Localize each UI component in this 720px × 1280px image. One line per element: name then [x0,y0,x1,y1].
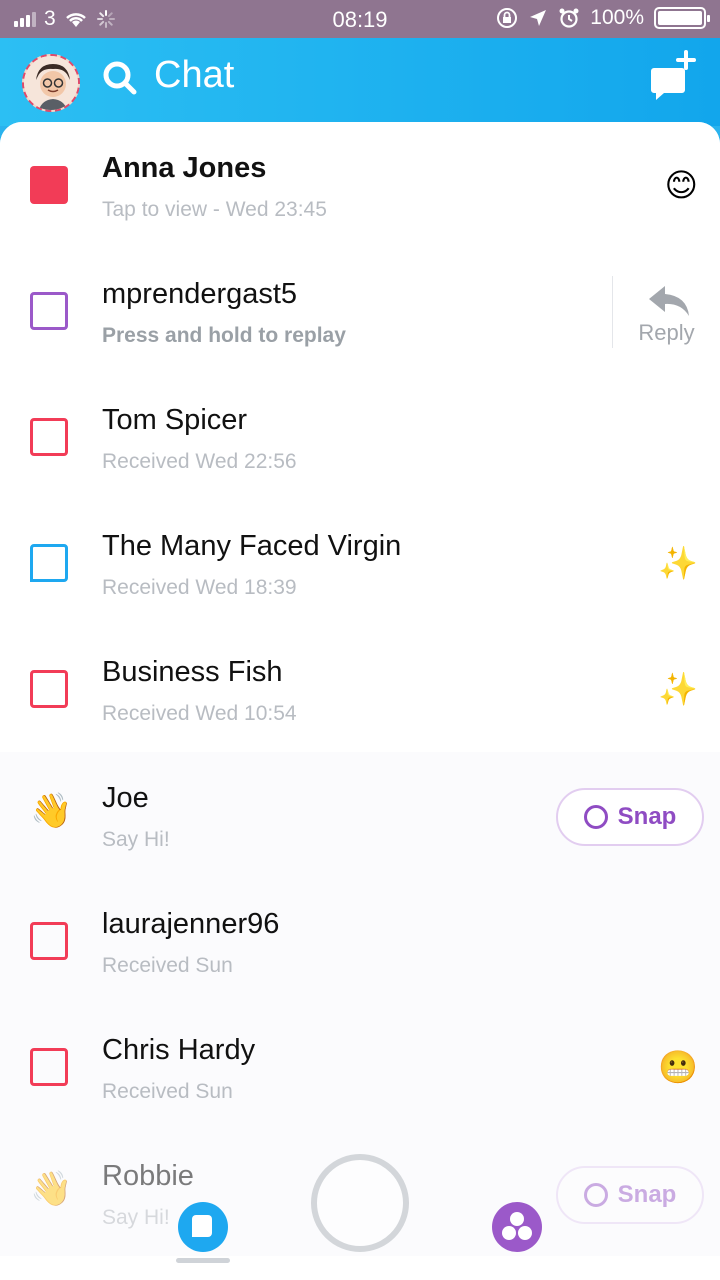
wave-emoji-icon: 👋 [30,792,73,830]
chat-row-laurajenner96[interactable]: laurajenner96 Received Sun [0,878,720,1004]
chat-status: Received Sun [102,1080,233,1103]
chat-name: mprendergast5 [102,278,298,310]
chat-row-joe[interactable]: 👋 Joe Say Hi! Snap [0,752,720,878]
chat-status: Press and hold to replay [102,324,346,347]
send-snap-button[interactable]: Snap [556,788,704,846]
new-chat-icon[interactable] [648,48,698,102]
snap-button-label: Snap [617,803,677,830]
battery-icon [654,7,710,29]
chat-header: Chat [0,38,720,126]
chat-status: Received Wed 10:54 [102,702,297,725]
new-snap-icon [30,166,68,204]
reply-button[interactable]: Reply [612,276,720,348]
location-arrow-icon [530,10,547,26]
chat-status: Say Hi! [102,828,170,851]
search-icon[interactable] [100,58,140,98]
friend-emoji-icon: 😊 [664,167,698,203]
received-snap-icon [30,1048,68,1086]
chat-row-mprendergast5[interactable]: mprendergast5 Press and hold to replay R… [0,248,720,374]
chat-row-anna-jones[interactable]: Anna Jones Tap to view - Wed 23:45 😊 [0,122,720,248]
active-tab-indicator [176,1258,230,1263]
chat-tab-icon[interactable] [178,1202,228,1252]
chat-status: Received Wed 22:56 [102,450,297,473]
chat-name: Business Fish [102,656,283,688]
alarm-clock-icon [559,8,579,28]
chat-name: Joe [102,782,149,814]
chat-row-the-many-faced-virgin[interactable]: The Many Faced Virgin Received Wed 18:39… [0,500,720,626]
bottom-nav [0,1140,720,1280]
capture-button[interactable] [311,1154,409,1252]
sparkles-emoji-icon: ✨ [658,545,698,581]
chat-status: Tap to view - Wed 23:45 [102,198,327,221]
sparkles-emoji-icon: ✨ [658,671,698,707]
rotation-lock-icon [497,8,518,28]
bitmoji-avatar[interactable] [22,54,80,112]
chat-name: Chris Hardy [102,1034,256,1066]
page-title: Chat [154,54,235,96]
chat-row-tom-spicer[interactable]: Tom Spicer Received Wed 22:56 [0,374,720,500]
grimace-emoji-icon: 😬 [658,1049,698,1085]
reply-arrow-icon [649,286,689,316]
status-right: 100% [496,6,710,30]
chat-name: Anna Jones [102,152,267,184]
chat-status: Received Sun [102,954,233,977]
received-snap-icon [30,670,68,708]
snap-ring-icon [583,805,608,829]
opened-video-snap-icon [30,292,68,330]
chat-list: Anna Jones Tap to view - Wed 23:45 😊 mpr… [0,122,720,1280]
chat-row-chris-hardy[interactable]: Chris Hardy Received Sun 😬 [0,1004,720,1130]
status-bar: 3 08:19 100% [0,0,720,38]
reply-label: Reply [638,320,695,345]
battery-percent: 100% [590,6,644,29]
discover-tab-icon[interactable] [492,1202,542,1252]
chat-status: Received Wed 18:39 [102,576,297,599]
received-chat-icon [30,544,68,582]
avatar-face-icon [24,56,78,110]
chat-name: laurajenner96 [102,908,280,940]
received-snap-icon [30,922,68,960]
chat-name: The Many Faced Virgin [102,530,402,562]
chat-name: Tom Spicer [102,404,248,436]
chat-row-business-fish[interactable]: Business Fish Received Wed 10:54 ✨ [0,626,720,752]
received-snap-icon [30,418,68,456]
